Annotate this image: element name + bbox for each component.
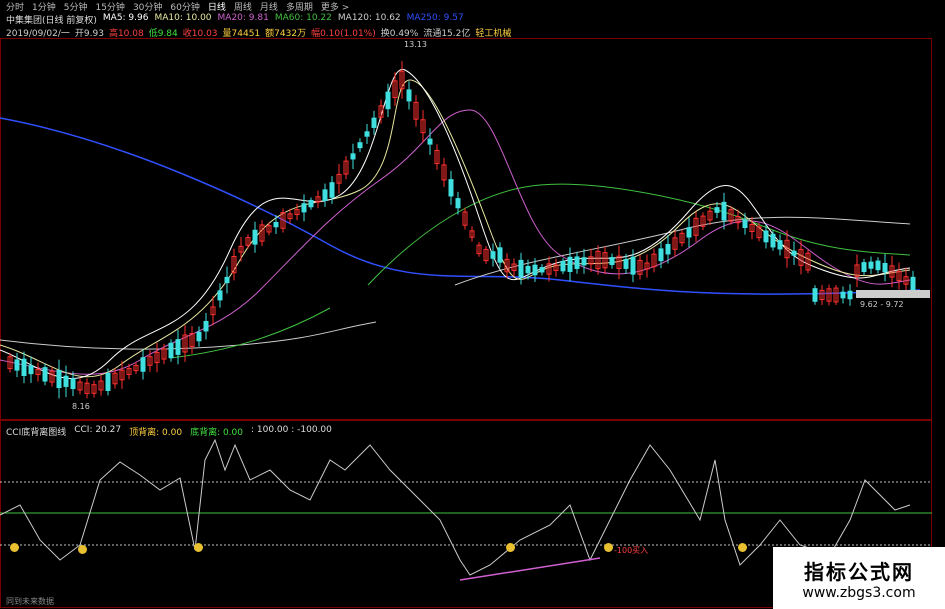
smile-icon — [604, 543, 613, 552]
indicator-levels: : 100.00 : -100.00 — [251, 425, 332, 435]
timeframe-tab[interactable]: 月线 — [260, 0, 278, 13]
price-panel[interactable] — [0, 38, 932, 420]
timeframe-tab[interactable]: 多周期 — [286, 0, 313, 13]
ma-values: MA5: 9.96 MA10: 10.00 MA20: 9.81 MA60: 10.2… — [103, 13, 464, 26]
timeframe-tab[interactable]: 30分钟 — [133, 0, 162, 13]
smile-icon — [10, 543, 19, 552]
timeframe-toolbar: 分时 1分钟 5分钟 15分钟 30分钟 60分钟 日线 周线 月线 多周期 更多 > — [0, 0, 349, 13]
range-annotation: 9.62 - 9.72 — [860, 300, 904, 309]
timeframe-tab[interactable]: 60分钟 — [170, 0, 199, 13]
smile-icon — [78, 545, 87, 554]
buy-annotation: -100买入 — [614, 546, 649, 555]
indicator-cci: CCI: 20.27 — [74, 425, 122, 435]
smile-icon — [738, 543, 747, 552]
ma-value: MA20: 9.81 — [217, 13, 269, 23]
indicator-top: 顶背离: 0.00 — [129, 428, 183, 438]
footer-text: 同到未来数据 — [6, 597, 54, 606]
ma-value: MA60: 10.22 — [274, 13, 332, 23]
high-annotation: 13.13 — [404, 40, 427, 49]
ma-value: MA10: 10.00 — [154, 13, 212, 23]
timeframe-tab[interactable]: 周线 — [234, 0, 252, 13]
watermark-title: 指标公式网 — [804, 559, 914, 584]
indicator-name: CCI底背离图线 — [6, 428, 67, 438]
ma-value: MA250: 9.57 — [406, 13, 464, 23]
ma-value: MA5: 9.96 — [102, 13, 149, 23]
timeframe-tab[interactable]: 5分钟 — [64, 0, 88, 13]
timeframe-tab[interactable]: 分时 — [6, 0, 24, 13]
low-annotation: 8.16 — [72, 402, 90, 411]
smile-icon — [506, 543, 515, 552]
stock-title: 中集集团(日线 前复权) — [6, 16, 97, 26]
timeframe-tab[interactable]: 1分钟 — [32, 0, 56, 13]
timeframe-tab[interactable]: 更多 > — [321, 0, 349, 13]
timeframe-tab[interactable]: 15分钟 — [95, 0, 124, 13]
ma-value: MA120: 10.62 — [337, 13, 401, 23]
indicator-header: CCI底背离图线 CCI: 20.27 顶背离: 0.00 底背离: 0.00 … — [6, 425, 332, 438]
indicator-bottom: 底背离: 0.00 — [190, 428, 243, 438]
smile-icon — [194, 543, 203, 552]
timeframe-tab[interactable]: 日线 — [208, 0, 226, 13]
watermark: 指标公式网 www.zbgs3.com — [773, 547, 945, 609]
watermark-url: www.zbgs3.com — [802, 584, 916, 601]
ma-header: 中集集团(日线 前复权) MA5: 9.96 MA10: 10.00 MA20: 9… — [6, 13, 464, 26]
